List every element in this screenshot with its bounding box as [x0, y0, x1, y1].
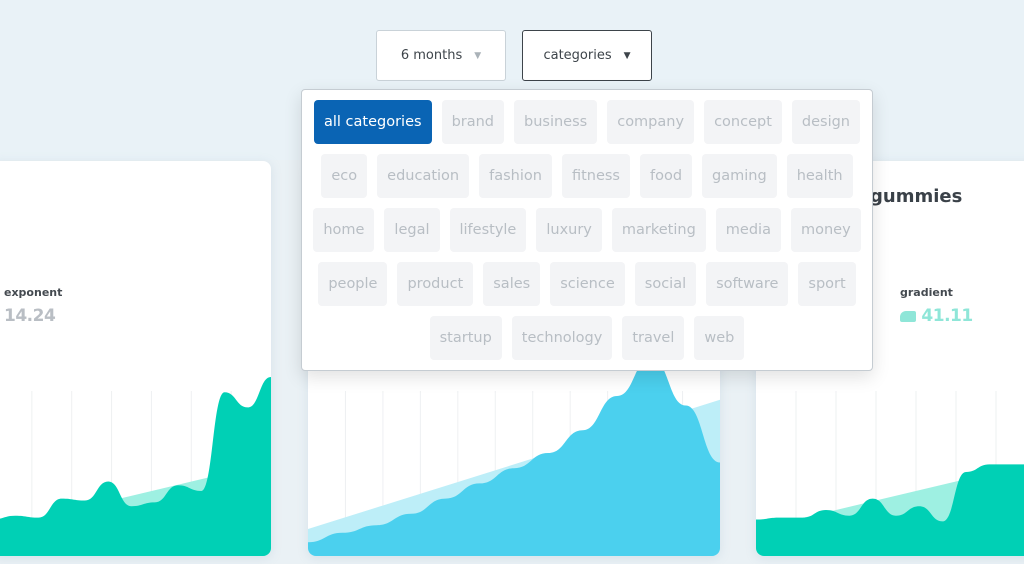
category-chip-legal[interactable]: legal — [384, 208, 440, 252]
category-chip-education[interactable]: education — [377, 154, 470, 198]
metric-label: exponent — [4, 286, 63, 299]
stat-card-exponent[interactable]: exponent 14.24 — [0, 161, 271, 556]
category-chip-technology[interactable]: technology — [511, 316, 613, 360]
category-row: startup technology travel web — [302, 316, 872, 360]
category-chip-design[interactable]: design — [791, 100, 860, 144]
gradient-icon — [900, 311, 916, 322]
period-value: 6 months — [400, 48, 463, 63]
category-chip-sales[interactable]: sales — [483, 262, 541, 306]
category-row: people product sales science social software s… — [302, 262, 872, 306]
category-chip-brand[interactable]: brand — [441, 100, 505, 144]
category-chip-all-categories[interactable]: all categories — [314, 100, 432, 144]
category-chip-gaming[interactable]: gaming — [702, 154, 777, 198]
metric-label: gradient — [900, 286, 953, 299]
category-chip-people[interactable]: people — [318, 262, 388, 306]
category-chip-software[interactable]: software — [706, 262, 789, 306]
category-chip-social[interactable]: social — [634, 262, 697, 306]
category-value: categories — [543, 48, 612, 63]
category-chip-health[interactable]: health — [786, 154, 853, 198]
chevron-down-icon: ▼ — [623, 50, 631, 61]
category-dropdown: all categories brand business company concep… — [301, 89, 873, 371]
category-chip-marketing[interactable]: marketing — [611, 208, 706, 252]
category-chip-web[interactable]: web — [694, 316, 745, 360]
trend-chart — [756, 391, 1024, 556]
category-chip-fitness[interactable]: fitness — [561, 154, 630, 198]
period-select[interactable]: 6 months ▼ — [376, 30, 506, 81]
category-chip-lifestyle[interactable]: lifestyle — [449, 208, 527, 252]
category-chip-travel[interactable]: travel — [622, 316, 685, 360]
category-chip-home[interactable]: home — [313, 208, 375, 252]
category-chip-concept[interactable]: concept — [704, 100, 782, 144]
category-chip-fashion[interactable]: fashion — [479, 154, 552, 198]
card-title: gummies — [870, 186, 963, 207]
category-chip-product[interactable]: product — [397, 262, 474, 306]
category-chip-food[interactable]: food — [639, 154, 693, 198]
category-select[interactable]: categories ▼ — [522, 30, 652, 81]
category-row: all categories brand business company concep… — [302, 100, 872, 144]
category-chip-money[interactable]: money — [790, 208, 861, 252]
metric-value-text: 41.11 — [921, 306, 973, 326]
category-chip-eco[interactable]: eco — [321, 154, 368, 198]
category-chip-business[interactable]: business — [514, 100, 598, 144]
trend-chart — [308, 358, 720, 556]
category-row: eco education fashion fitness food gaming heal… — [302, 154, 872, 198]
metric-value: 41.11 — [900, 306, 973, 326]
category-chip-sport[interactable]: sport — [798, 262, 856, 306]
category-chip-company[interactable]: company — [607, 100, 695, 144]
chevron-down-icon: ▼ — [474, 50, 482, 61]
value-area — [308, 358, 720, 556]
category-chip-luxury[interactable]: luxury — [536, 208, 602, 252]
metric-value: 14.24 — [4, 306, 56, 326]
category-chip-science[interactable]: science — [550, 262, 625, 306]
value-area — [0, 377, 271, 556]
category-row: home legal lifestyle luxury marketing media mo… — [302, 208, 872, 252]
category-chip-media[interactable]: media — [715, 208, 781, 252]
category-chip-startup[interactable]: startup — [429, 316, 502, 360]
trend-chart — [0, 377, 271, 556]
